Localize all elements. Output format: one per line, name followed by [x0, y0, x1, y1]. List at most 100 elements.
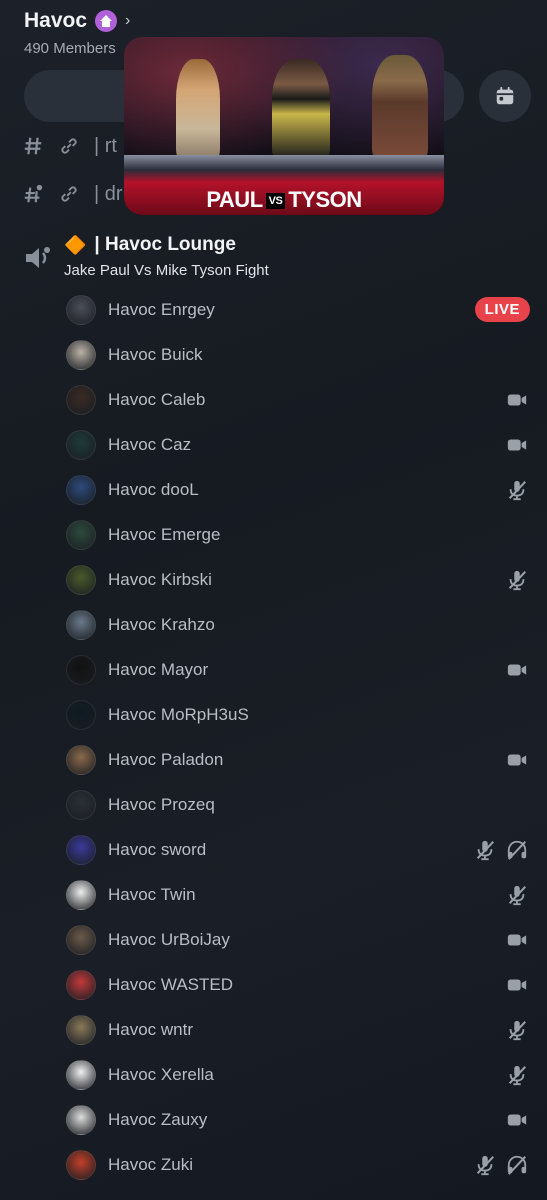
voice-member-row[interactable]: Havoc wntr [66, 1007, 536, 1052]
member-name: Havoc Zuki [108, 1154, 194, 1174]
voice-member-row[interactable]: Havoc Prozeq [66, 782, 536, 827]
avatar[interactable] [66, 1014, 96, 1045]
avatar[interactable] [66, 789, 96, 820]
voice-member-row[interactable]: Havoc Zuki [66, 1142, 536, 1187]
member-status-icons [506, 1007, 528, 1052]
member-name: Havoc Paladon [108, 749, 224, 769]
voice-member-row[interactable]: Havoc MoRpH3uS [66, 692, 536, 737]
stream-video-overlay[interactable]: PAUL VS TYSON [124, 37, 444, 215]
channel-item-2[interactable]: | dr [22, 176, 123, 212]
voice-member-row[interactable]: Havoc Paladon [66, 737, 536, 782]
avatar[interactable] [66, 429, 96, 460]
member-name: Havoc UrBoiJay [108, 929, 230, 949]
voice-member-row[interactable]: Havoc dooL [66, 467, 536, 512]
events-button[interactable] [479, 70, 531, 122]
boost-badge-icon [95, 10, 118, 32]
member-name: Havoc wntr [108, 1019, 194, 1039]
video-camera-icon [507, 439, 527, 450]
video-camera-icon [507, 1114, 527, 1125]
avatar[interactable] [66, 1149, 96, 1180]
mic-muted-icon [476, 1155, 494, 1175]
member-name: Havoc Emerge [108, 524, 221, 544]
member-name: Havoc Enrgey [108, 299, 215, 319]
mic-muted-icon [508, 570, 526, 590]
avatar[interactable] [66, 1059, 96, 1090]
voice-member-row[interactable]: Havoc Caz [66, 422, 536, 467]
voice-member-row[interactable]: Havoc Mayor [66, 647, 536, 692]
voice-member-row[interactable]: Havoc UrBoiJay [66, 917, 536, 962]
avatar[interactable] [66, 339, 96, 370]
avatar[interactable] [66, 609, 96, 640]
link-icon [61, 186, 77, 202]
voice-channel-topic: Jake Paul Vs Mike Tyson Fight [64, 262, 269, 279]
avatar[interactable] [66, 744, 96, 775]
server-name[interactable]: Havoc [24, 9, 87, 33]
speaker-icon [26, 247, 50, 268]
avatar[interactable] [66, 294, 96, 325]
voice-channel-title: 🔶 | Havoc Lounge [64, 234, 236, 256]
live-badge[interactable]: LIVE [474, 297, 530, 322]
avatar[interactable] [66, 519, 96, 550]
member-status-icons [506, 917, 528, 962]
voice-channel-name: | Havoc Lounge [94, 234, 236, 255]
member-status-icons [506, 872, 528, 917]
video-person-right [372, 55, 428, 159]
avatar[interactable] [66, 924, 96, 955]
voice-members-list: Havoc Enrgey LIVE Havoc Buick Havoc Caleb Ha… [66, 287, 536, 1187]
voice-member-row[interactable]: Havoc Xerella [66, 1052, 536, 1097]
member-status-icons [506, 377, 528, 422]
avatar[interactable] [66, 654, 96, 685]
voice-member-row[interactable]: Havoc Krahzo [66, 602, 536, 647]
mic-muted-icon [476, 840, 494, 860]
voice-member-row[interactable]: Havoc Twin [66, 872, 536, 917]
voice-member-row[interactable]: Havoc Zauxy [66, 1097, 536, 1142]
member-status-icons: LIVE [474, 287, 530, 332]
member-name: Havoc Caleb [108, 389, 206, 409]
voice-member-row[interactable]: Havoc Kirbski [66, 557, 536, 602]
member-name: Havoc Kirbski [108, 569, 212, 589]
locked-hash-icon [24, 184, 43, 203]
server-title-row[interactable]: Havoc › [24, 6, 544, 36]
video-camera-icon [507, 934, 527, 945]
member-status-icons [506, 1097, 528, 1142]
member-status-icons [506, 962, 528, 1007]
member-name: Havoc Xerella [108, 1064, 214, 1084]
banner-right: TYSON [288, 187, 362, 212]
banner-vs: VS [265, 193, 286, 210]
member-name: Havoc Zauxy [108, 1109, 208, 1129]
voice-member-row[interactable]: Havoc Enrgey LIVE [66, 287, 536, 332]
voice-member-row[interactable]: Havoc sword [66, 827, 536, 872]
avatar[interactable] [66, 969, 96, 1000]
member-name: Havoc WASTED [108, 974, 234, 994]
avatar[interactable] [66, 1104, 96, 1135]
voice-member-row[interactable]: Havoc WASTED [66, 962, 536, 1007]
video-camera-icon [507, 754, 527, 765]
member-status-icons [506, 737, 528, 782]
member-status-icons [474, 827, 528, 872]
avatar[interactable] [66, 879, 96, 910]
video-person-center [272, 59, 330, 159]
member-name: Havoc Prozeq [108, 794, 215, 814]
video-camera-icon [507, 394, 527, 405]
voice-channel-havoc-lounge[interactable]: 🔶 | Havoc Lounge Jake Paul Vs Mike Tyson… [22, 228, 542, 284]
voice-member-row[interactable]: Havoc Emerge [66, 512, 536, 557]
member-status-icons [506, 1052, 528, 1097]
orange-diamond-icon: 🔶 [64, 234, 87, 255]
channel-item-1[interactable]: | rt [22, 128, 117, 164]
member-status-icons [474, 1142, 528, 1187]
voice-member-row[interactable]: Havoc Buick [66, 332, 536, 377]
avatar[interactable] [66, 384, 96, 415]
avatar[interactable] [66, 699, 96, 730]
chevron-right-icon[interactable]: › [125, 12, 130, 30]
hash-icon [24, 137, 42, 155]
banner-left: PAUL [206, 187, 263, 212]
avatar[interactable] [66, 834, 96, 865]
avatar[interactable] [66, 564, 96, 595]
member-status-icons [506, 647, 528, 692]
voice-member-row[interactable]: Havoc Caleb [66, 377, 536, 422]
avatar[interactable] [66, 474, 96, 505]
member-name: Havoc dooL [108, 479, 199, 499]
member-status-icons [506, 557, 528, 602]
mic-muted-icon [508, 480, 526, 500]
member-name: Havoc Caz [108, 434, 192, 454]
